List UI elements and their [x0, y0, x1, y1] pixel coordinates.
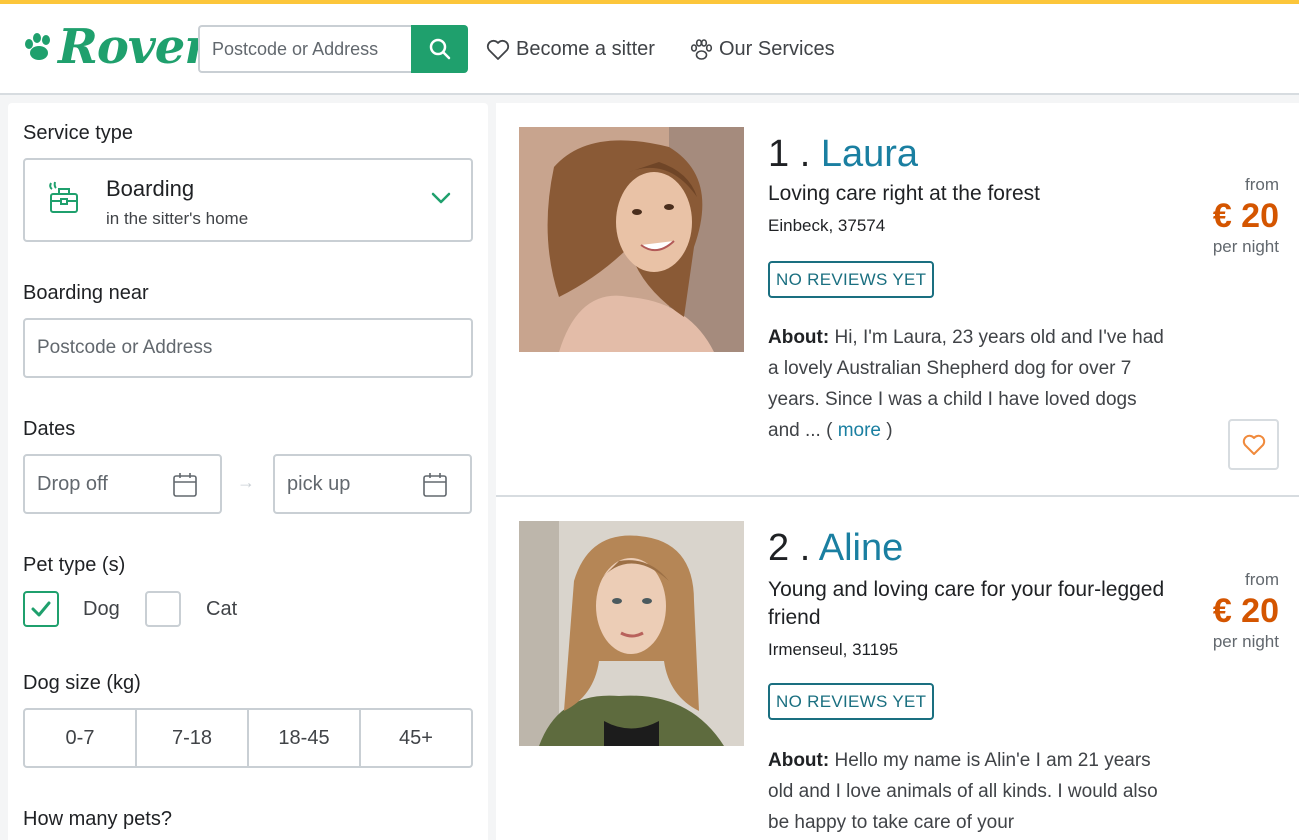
our-services-link[interactable]: Our Services: [689, 38, 835, 61]
sitter-location: Irmenseul, 31195: [768, 640, 899, 659]
sitter-card[interactable]: 2 . Aline Young and loving care for your…: [496, 495, 1299, 840]
size-option-18-45[interactable]: 18-45: [249, 710, 361, 766]
drop-off-date-field[interactable]: Drop off: [23, 454, 222, 514]
no-reviews-badge: NO REVIEWS YET: [768, 261, 935, 298]
search-icon: [429, 38, 450, 60]
sitter-rank: 1 .: [768, 133, 821, 175]
sitter-rank: 2 .: [768, 527, 819, 569]
become-sitter-label: Become a sitter: [516, 38, 655, 60]
paw-icon: [690, 38, 713, 60]
logo-text: Rover: [58, 19, 210, 75]
price-from: from: [1245, 570, 1279, 589]
heart-outline-icon: [1242, 434, 1265, 455]
dates-label: Dates: [23, 418, 76, 440]
favorite-button[interactable]: [1228, 419, 1279, 470]
about-label: About:: [768, 750, 830, 771]
size-option-0-7[interactable]: 0-7: [25, 710, 137, 766]
sitter-photo-image: [519, 521, 744, 746]
become-sitter-link[interactable]: Become a sitter: [486, 38, 655, 61]
cat-checkbox-label: Cat: [206, 598, 238, 620]
service-name: Boarding: [106, 176, 195, 201]
heart-outline-icon: [486, 39, 510, 60]
paw-logo-icon: [25, 33, 50, 60]
sitter-results-list: 1 . Laura Loving care right at the fores…: [496, 103, 1299, 840]
price-from: from: [1245, 175, 1279, 194]
boarding-near-input[interactable]: [23, 318, 473, 378]
pick-up-placeholder: pick up: [287, 472, 351, 495]
chevron-down-icon: [431, 192, 451, 204]
sitter-headline: Loving care right at the forest: [768, 182, 1040, 205]
sitter-rank-name: 2 . Aline: [768, 527, 903, 570]
date-range-arrow: →: [237, 472, 255, 492]
service-type-label: Service type: [23, 122, 134, 144]
price-unit: per night: [1212, 237, 1279, 256]
sitter-photo-image: [519, 127, 744, 352]
pick-up-date-field[interactable]: pick up: [273, 454, 472, 514]
more-link[interactable]: more: [838, 420, 881, 441]
dog-checkbox-label: Dog: [83, 598, 120, 620]
how-many-pets-label: How many pets?: [23, 808, 172, 830]
rover-logo[interactable]: Rover: [22, 18, 210, 76]
cat-checkbox[interactable]: [145, 591, 181, 627]
sitter-photo[interactable]: [519, 521, 744, 746]
price-unit: per night: [1212, 632, 1279, 651]
sitter-rank-name: 1 . Laura: [768, 133, 918, 176]
sitter-price: from € 20 per night: [1159, 175, 1279, 257]
sitter-name-link[interactable]: Laura: [821, 133, 918, 175]
sitter-headline: Young and loving care for your four-legg…: [768, 578, 1165, 629]
no-reviews-badge: NO REVIEWS YET: [768, 683, 935, 720]
filters-sidebar: Service type Boarding in the sitter's ho…: [8, 103, 488, 840]
about-close: ): [881, 420, 893, 441]
boarding-near-label: Boarding near: [23, 282, 149, 304]
header-search-input[interactable]: [198, 25, 411, 73]
search-button[interactable]: [411, 25, 468, 73]
pet-type-label: Pet type (s): [23, 554, 126, 576]
dog-size-group: 0-7 7-18 18-45 45+: [23, 708, 473, 768]
size-option-45-plus[interactable]: 45+: [361, 710, 471, 766]
sitter-about: About: Hello my name is Alin'e I am 21 y…: [768, 745, 1168, 838]
dog-size-label: Dog size (kg): [23, 672, 141, 694]
header: Rover Become a sitter Our Services: [0, 4, 1299, 95]
header-search: [198, 25, 468, 73]
sitter-price: from € 20 per night: [1159, 570, 1279, 652]
our-services-label: Our Services: [719, 38, 835, 60]
about-label: About:: [768, 327, 830, 348]
sitter-name-link[interactable]: Aline: [819, 527, 904, 569]
size-option-7-18[interactable]: 7-18: [137, 710, 249, 766]
sitter-about: About: Hi, I'm Laura, 23 years old and I…: [768, 322, 1168, 446]
sitter-location: Einbeck, 37574: [768, 216, 886, 235]
sitter-card[interactable]: 1 . Laura Loving care right at the fores…: [496, 103, 1299, 495]
calendar-icon: [173, 473, 197, 497]
sitter-photo[interactable]: [519, 127, 744, 352]
boarding-suitcase-icon: [49, 181, 78, 213]
price-amount: € 20: [1212, 197, 1279, 235]
checkmark-icon: [31, 601, 51, 617]
price-amount: € 20: [1212, 592, 1279, 630]
calendar-icon: [423, 473, 447, 497]
service-type-select[interactable]: Boarding in the sitter's home: [23, 158, 473, 242]
service-subtitle: in the sitter's home: [106, 209, 249, 228]
dog-checkbox[interactable]: [23, 591, 59, 627]
drop-off-placeholder: Drop off: [37, 472, 108, 495]
